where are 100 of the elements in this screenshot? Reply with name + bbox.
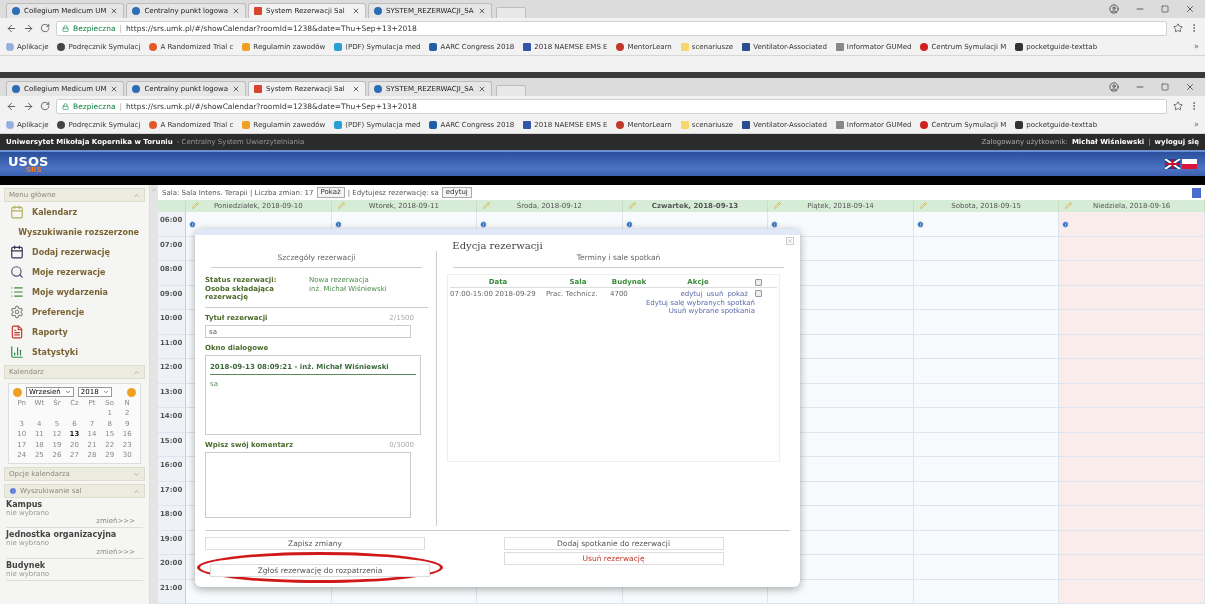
site-icon bbox=[374, 85, 383, 93]
menu-item[interactable]: Kalendarz bbox=[0, 202, 149, 222]
more-bookmarks[interactable]: » bbox=[1194, 42, 1199, 51]
close-icon[interactable] bbox=[1185, 82, 1195, 92]
profile-icon[interactable] bbox=[1109, 4, 1119, 14]
star-icon[interactable] bbox=[1173, 101, 1183, 111]
pencil-icon[interactable] bbox=[483, 202, 491, 209]
settings-icon bbox=[10, 305, 24, 319]
expand-icon[interactable] bbox=[133, 470, 140, 478]
document-icon bbox=[10, 325, 24, 339]
info-icon[interactable] bbox=[480, 221, 488, 228]
site-icon bbox=[1015, 120, 1024, 129]
menu-item[interactable]: Dodaj rezerwację bbox=[0, 242, 149, 262]
previous-month-icon[interactable] bbox=[13, 387, 22, 397]
collapse-icon[interactable] bbox=[133, 368, 140, 376]
info-icon[interactable] bbox=[916, 221, 924, 228]
collapse-icon[interactable] bbox=[133, 487, 140, 495]
pencil-icon[interactable] bbox=[774, 202, 782, 209]
lock-icon bbox=[62, 102, 69, 110]
site-icon bbox=[254, 85, 263, 93]
comment-field[interactable] bbox=[205, 452, 411, 518]
site-icon bbox=[616, 120, 625, 129]
back-icon[interactable] bbox=[6, 100, 17, 112]
site-icon bbox=[132, 85, 141, 93]
new-tab-button[interactable] bbox=[495, 85, 526, 96]
back-icon[interactable] bbox=[6, 22, 17, 34]
site-icon bbox=[429, 120, 438, 129]
pencil-icon[interactable] bbox=[1065, 202, 1073, 209]
info-icon[interactable] bbox=[334, 221, 342, 228]
pencil-icon[interactable] bbox=[192, 202, 199, 209]
site-icon bbox=[149, 120, 158, 129]
close-icon[interactable] bbox=[352, 85, 361, 93]
info-icon[interactable] bbox=[189, 221, 196, 228]
dialog-title: Edycja rezerwacji bbox=[452, 240, 543, 251]
site-icon bbox=[57, 42, 66, 51]
forward-icon[interactable] bbox=[23, 100, 34, 112]
site-icon bbox=[523, 120, 532, 129]
info-icon bbox=[9, 487, 17, 495]
list-icon bbox=[10, 285, 24, 299]
close-icon[interactable] bbox=[477, 85, 486, 93]
site-icon bbox=[523, 42, 532, 51]
info-icon[interactable] bbox=[1192, 187, 1201, 198]
menu-item[interactable]: Wyszukiwanie rozszerzone bbox=[0, 222, 149, 242]
star-icon[interactable] bbox=[1173, 23, 1183, 33]
site-icon bbox=[12, 7, 20, 15]
pencil-icon[interactable] bbox=[337, 202, 345, 209]
info-icon[interactable] bbox=[625, 221, 633, 228]
site-icon bbox=[132, 7, 141, 15]
close-icon[interactable] bbox=[477, 7, 486, 15]
collapse-icon[interactable] bbox=[133, 191, 140, 199]
caret-icon bbox=[102, 389, 109, 395]
close-icon[interactable] bbox=[110, 85, 119, 93]
close-icon[interactable] bbox=[232, 85, 241, 93]
apps-icon bbox=[6, 120, 14, 129]
site-icon bbox=[680, 42, 689, 51]
maximize-icon[interactable] bbox=[1161, 83, 1169, 91]
checkbox[interactable] bbox=[755, 290, 762, 297]
more-bookmarks[interactable]: » bbox=[1194, 120, 1199, 129]
checkbox[interactable] bbox=[755, 278, 762, 286]
bar-chart-icon bbox=[10, 345, 24, 359]
scroll-up-icon[interactable] bbox=[151, 187, 157, 193]
reload-icon[interactable] bbox=[40, 101, 50, 111]
site-icon bbox=[680, 120, 689, 129]
reload-icon[interactable] bbox=[40, 23, 50, 33]
forward-icon[interactable] bbox=[23, 22, 34, 34]
logo-title: USOS bbox=[8, 154, 49, 168]
menu-item[interactable]: Moje rezerwacje bbox=[0, 262, 149, 282]
filter-label: Kampus bbox=[6, 500, 43, 510]
next-month-icon[interactable] bbox=[127, 387, 136, 397]
menu-item[interactable]: Moje wydarzenia bbox=[0, 282, 149, 302]
close-icon[interactable] bbox=[110, 7, 119, 15]
filter-label: Jednostka organizacyjna bbox=[6, 530, 118, 540]
new-tab-button[interactable] bbox=[495, 7, 526, 18]
close-icon[interactable] bbox=[232, 7, 241, 15]
menu-item[interactable]: Preferencje bbox=[0, 302, 149, 322]
close-icon[interactable] bbox=[352, 7, 361, 15]
pencil-icon[interactable] bbox=[628, 202, 636, 209]
profile-icon[interactable] bbox=[1109, 82, 1119, 92]
info-icon[interactable] bbox=[771, 221, 779, 228]
info-icon[interactable] bbox=[1062, 221, 1070, 228]
flags-icon[interactable] bbox=[1165, 159, 1197, 169]
calendar-icon bbox=[10, 205, 24, 219]
close-icon[interactable] bbox=[1185, 4, 1195, 14]
header-corner bbox=[158, 200, 186, 212]
caret-icon bbox=[64, 389, 71, 395]
menu-item[interactable]: Raporty bbox=[0, 322, 149, 342]
site-icon bbox=[835, 120, 844, 129]
site-icon bbox=[242, 42, 251, 51]
maximize-icon[interactable] bbox=[1161, 5, 1169, 13]
menu-item[interactable]: Statystyki bbox=[0, 342, 149, 362]
calendar-icon bbox=[10, 245, 24, 259]
pencil-icon[interactable] bbox=[919, 202, 927, 209]
site-icon bbox=[334, 42, 343, 51]
site-icon bbox=[334, 120, 343, 129]
site-icon bbox=[242, 120, 251, 129]
scrollbar[interactable] bbox=[150, 185, 158, 604]
site-icon bbox=[1015, 42, 1024, 51]
site-icon bbox=[742, 120, 751, 129]
site-icon bbox=[920, 120, 929, 129]
site-icon bbox=[254, 7, 263, 15]
